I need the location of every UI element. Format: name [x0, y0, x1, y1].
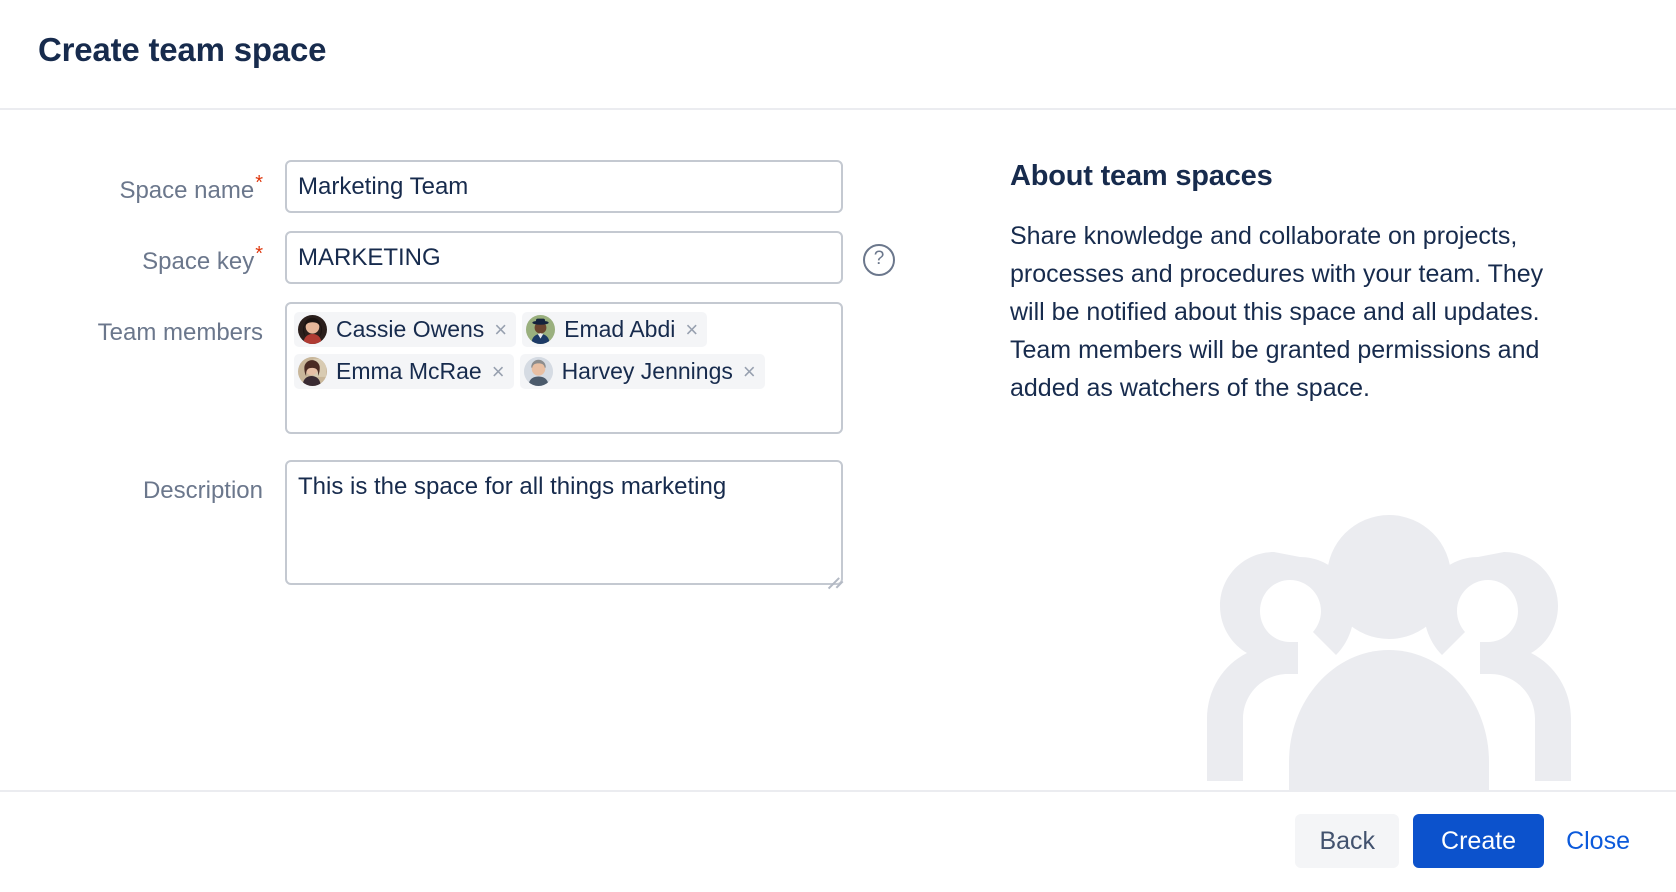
avatar: [298, 315, 327, 344]
space-name-input[interactable]: [285, 160, 843, 213]
field-row-space-name: Space name*: [0, 160, 1000, 213]
create-space-form: Space name* Space key* ? Team members: [0, 110, 1000, 790]
space-name-label: Space name*: [0, 160, 285, 206]
avatar: [523, 357, 553, 386]
close-button[interactable]: Close: [1558, 814, 1638, 868]
team-members-control: Cassie Owens × Emad Abdi × Emma McRae × …: [285, 302, 843, 434]
close-icon[interactable]: ×: [492, 360, 505, 383]
dialog-header: Create team space: [0, 0, 1676, 110]
space-key-label: Space key*: [0, 231, 285, 277]
field-row-space-key: Space key* ?: [0, 231, 1000, 284]
avatar: [298, 357, 327, 386]
create-button[interactable]: Create: [1413, 814, 1545, 868]
about-panel-title: About team spaces: [1010, 160, 1273, 192]
member-chip-name: Emma McRae: [336, 358, 482, 384]
three-people-icon: [1154, 482, 1624, 790]
field-row-description: Description: [0, 460, 1000, 589]
team-members-label: Team members: [97, 319, 263, 346]
required-asterisk: *: [255, 172, 263, 194]
space-name-label-text: Space name: [119, 177, 255, 204]
member-chip[interactable]: Emad Abdi ×: [522, 312, 708, 347]
member-chip[interactable]: Harvey Jennings ×: [519, 354, 765, 389]
avatar: [526, 315, 556, 344]
about-panel: About team spaces Share knowledge and co…: [1000, 110, 1676, 790]
space-name-control: [285, 160, 843, 213]
team-members-input[interactable]: Cassie Owens × Emad Abdi × Emma McRae × …: [285, 302, 843, 434]
description-label: Description: [142, 477, 263, 504]
description-control: [285, 460, 844, 589]
dialog-footer: Back Create Close: [0, 792, 1676, 890]
description-textarea[interactable]: [285, 460, 843, 585]
space-key-label-text: Space key: [142, 248, 255, 275]
question-circle-icon[interactable]: ?: [863, 244, 895, 276]
close-icon[interactable]: ×: [494, 318, 507, 341]
required-asterisk: *: [255, 243, 263, 265]
member-chip-name: Emad Abdi: [564, 316, 676, 342]
space-key-control: ?: [285, 231, 895, 284]
about-panel-body: Share knowledge and collaborate on proje…: [1010, 222, 1544, 402]
close-icon[interactable]: ×: [685, 318, 698, 341]
close-icon[interactable]: ×: [743, 360, 756, 383]
member-chip[interactable]: Emma McRae ×: [294, 354, 514, 389]
member-chip[interactable]: Cassie Owens ×: [294, 312, 517, 347]
space-key-input[interactable]: [285, 231, 843, 284]
member-chip-name: Harvey Jennings: [561, 358, 733, 384]
back-button[interactable]: Back: [1295, 814, 1400, 868]
dialog-body: Space name* Space key* ? Team members: [0, 110, 1676, 792]
member-chip-name: Cassie Owens: [336, 316, 485, 342]
field-row-team-members: Team members Cassie Owens × Emad Abdi × …: [0, 302, 1000, 434]
page-title: Create team space: [38, 31, 327, 68]
